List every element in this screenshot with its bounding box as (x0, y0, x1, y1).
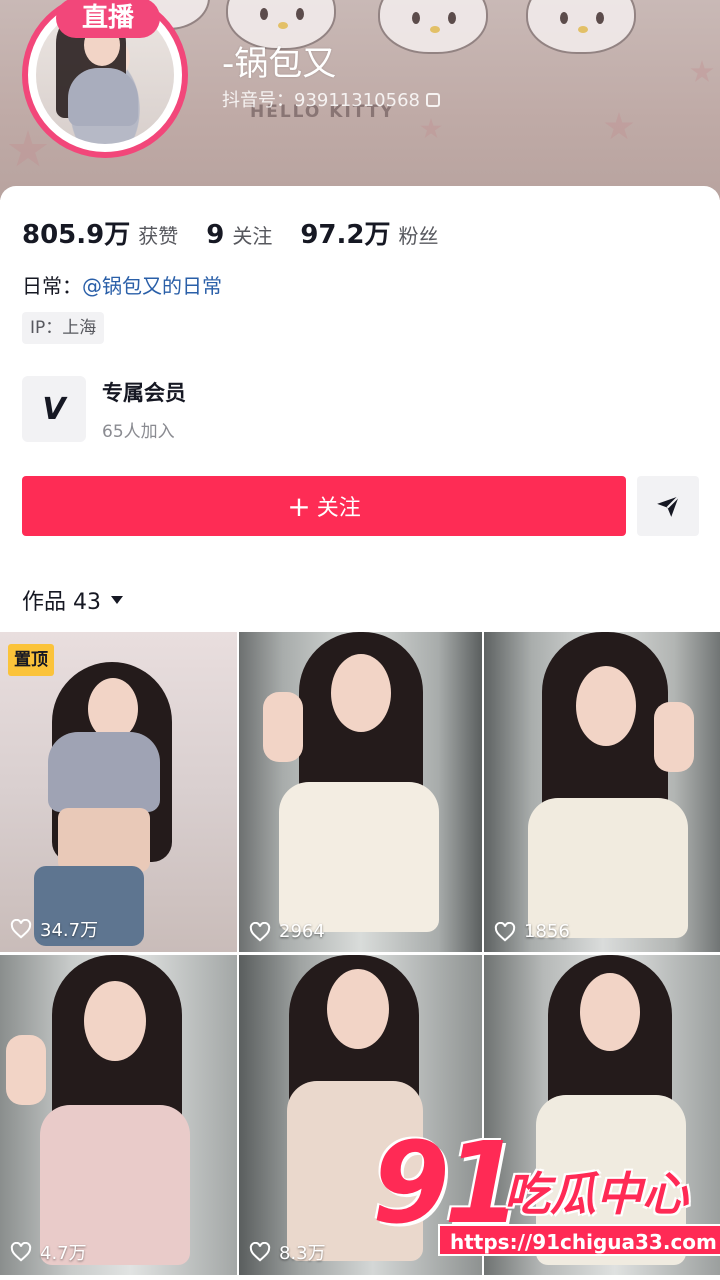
send-message-button[interactable] (637, 476, 699, 536)
pinned-badge: 置顶 (8, 644, 54, 676)
video-likes: 4.7万 (10, 1239, 87, 1265)
video-like-count: 2964 (279, 921, 325, 942)
stat-value: 805.9万 (22, 220, 131, 250)
stat-value: 97.2万 (300, 220, 391, 250)
video-like-count: 4.7万 (40, 1243, 87, 1264)
caret-down-icon (111, 596, 123, 604)
bio: 日常：@锅包又的日常 (22, 270, 222, 299)
bio-mention-link[interactable]: @锅包又的日常 (82, 274, 222, 298)
plus-icon: + (287, 489, 311, 523)
membership-v-icon: V (22, 376, 86, 442)
copy-icon[interactable] (425, 93, 440, 107)
stat-value: 9 (206, 220, 225, 250)
stat-label: 关注 (232, 224, 273, 248)
video-likes: 34.7万 (10, 916, 98, 942)
heart-icon (249, 921, 271, 941)
stat-following[interactable]: 9 关注 (206, 220, 272, 250)
ip-location-tag: IP：上海 (22, 312, 105, 344)
stats-row: 805.9万 获赞 9 关注 97.2万 粉丝 (22, 214, 467, 251)
works-tab-label: 作品 43 (22, 590, 101, 615)
kitty-decoration-icon (378, 0, 488, 54)
profile-page: HELLO KITTY 直播 -锅包又 抖音号：93911310568 805.… (0, 0, 720, 1280)
heart-icon (10, 919, 32, 939)
douyin-id[interactable]: 抖音号：93911310568 (222, 86, 440, 112)
stat-label: 粉丝 (398, 224, 439, 248)
star-decoration-icon (420, 118, 442, 139)
star-decoration-icon (690, 60, 714, 82)
watermark-url: https://91chigua33.com (438, 1224, 720, 1256)
exclusive-membership[interactable]: V 专属会员 65人加入 (22, 376, 186, 442)
membership-title: 专属会员 (102, 380, 186, 405)
video-likes: 2964 (249, 921, 325, 942)
video-like-count: 1856 (524, 921, 570, 942)
profile-banner: HELLO KITTY 直播 -锅包又 抖音号：93911310568 (0, 0, 720, 200)
stat-likes[interactable]: 805.9万 获赞 (22, 214, 178, 251)
bio-prefix: 日常： (22, 274, 82, 298)
watermark-title: 吃瓜中心 (504, 1167, 688, 1221)
follow-label: 关注 (316, 496, 361, 521)
video-tile[interactable]: 1856 (484, 632, 720, 952)
douyin-id-text: 抖音号：93911310568 (222, 90, 420, 111)
live-badge[interactable]: 直播 (56, 0, 160, 38)
kitty-decoration-icon (526, 0, 636, 54)
stat-followers[interactable]: 97.2万 粉丝 (300, 214, 438, 251)
stat-label: 获赞 (138, 224, 179, 248)
username: -锅包又 (222, 44, 337, 84)
heart-icon (10, 1242, 32, 1262)
works-tab[interactable]: 作品 43 (22, 584, 123, 616)
heart-icon (249, 1242, 271, 1262)
video-like-count: 34.7万 (40, 920, 99, 941)
star-decoration-icon (8, 130, 48, 167)
heart-icon (494, 921, 516, 941)
star-decoration-icon (604, 112, 634, 140)
follow-button[interactable]: + 关注 (22, 476, 626, 536)
video-likes: 1856 (494, 921, 570, 942)
send-icon (657, 495, 680, 517)
video-tile[interactable]: 置顶 34.7万 (0, 632, 237, 952)
video-likes: 8.3万 (249, 1239, 326, 1265)
site-watermark: 91 吃瓜中心 https://91chigua33.com (372, 1128, 720, 1268)
video-tile[interactable]: 4.7万 (0, 955, 237, 1275)
membership-count: 65人加入 (102, 421, 175, 442)
video-like-count: 8.3万 (279, 1243, 326, 1264)
video-tile[interactable]: 2964 (239, 632, 482, 952)
